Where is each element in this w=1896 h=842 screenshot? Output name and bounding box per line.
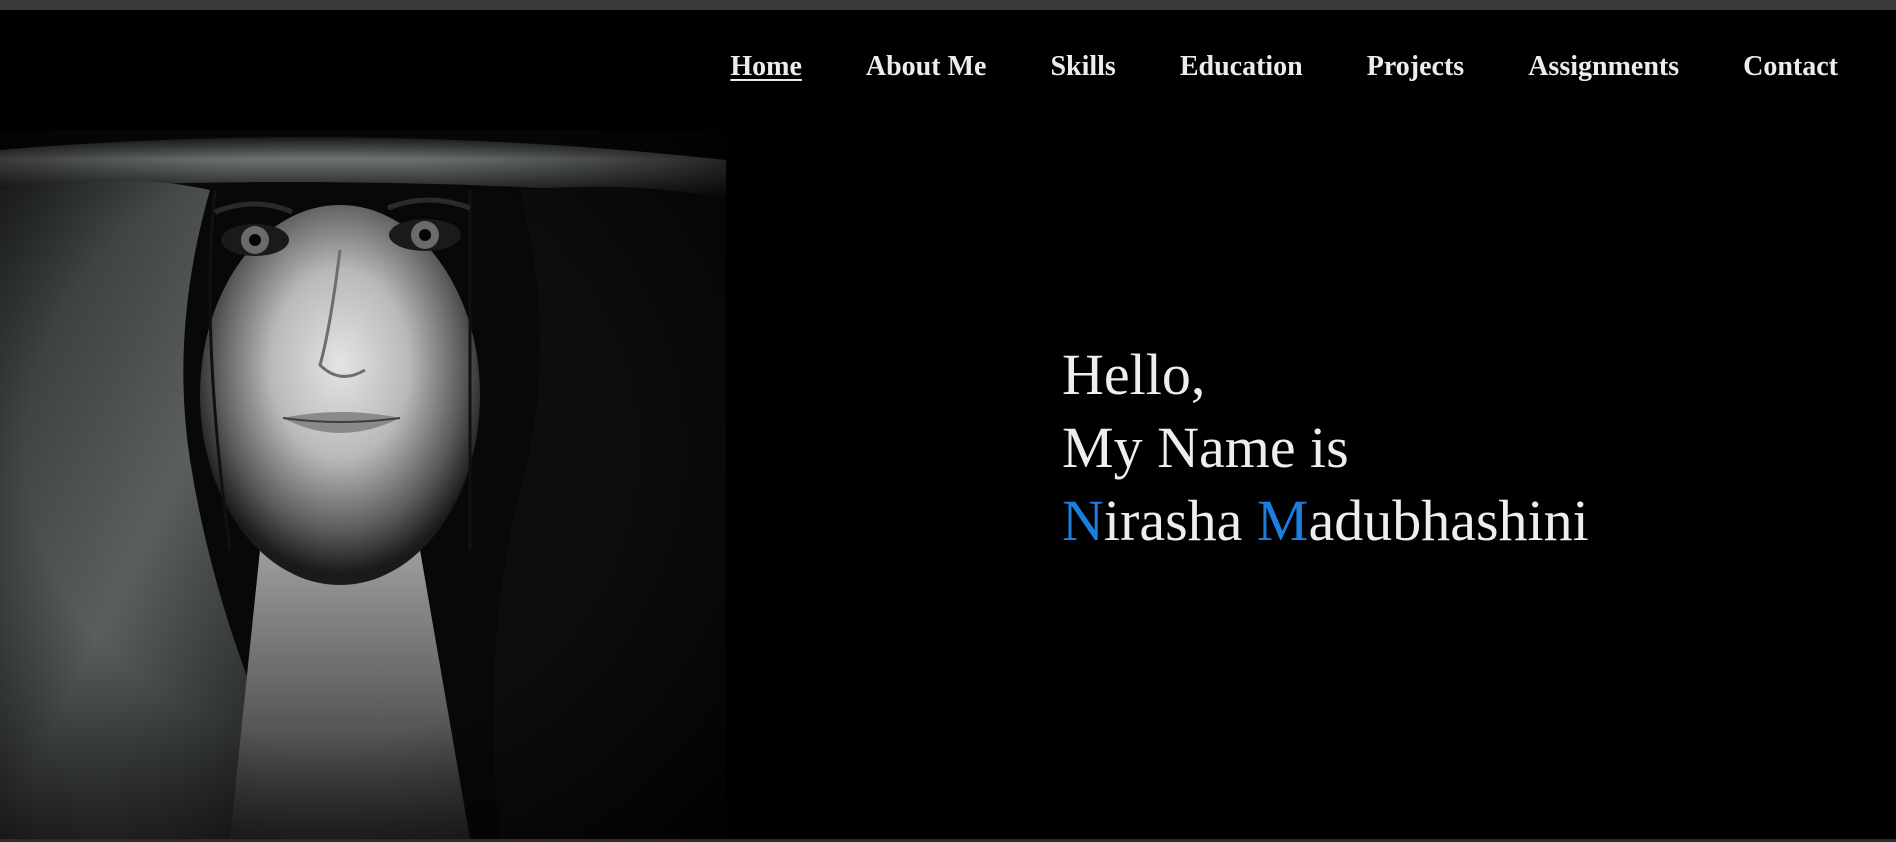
nav-link-assignments[interactable]: Assignments [1528,50,1679,84]
nav-link-projects[interactable]: Projects [1367,50,1464,84]
nav-link-contact[interactable]: Contact [1743,50,1838,84]
first-name-rest: irasha [1103,488,1243,553]
greeting-hello: Hello, [1062,342,1206,407]
browser-top-edge [0,0,1896,10]
nav-link-home[interactable]: Home [730,50,802,84]
nav-link-education[interactable]: Education [1180,50,1303,84]
main-navigation: Home About Me Skills Education Projects … [666,50,1838,84]
hero-greeting: Hello, My Name is Nirasha Madubhashini [1062,338,1589,557]
last-name-rest: adubhashini [1308,488,1589,553]
greeting-name-intro: My Name is [1062,415,1349,480]
profile-portrait-image [0,130,726,839]
first-name-initial: N [1062,488,1104,553]
greeting-full-name: Nirasha Madubhashini [1062,484,1589,557]
nav-link-about-me[interactable]: About Me [866,50,987,84]
nav-link-skills[interactable]: Skills [1050,50,1115,84]
page-frame: Home About Me Skills Education Projects … [0,0,1896,842]
last-name-initial: M [1256,488,1309,553]
